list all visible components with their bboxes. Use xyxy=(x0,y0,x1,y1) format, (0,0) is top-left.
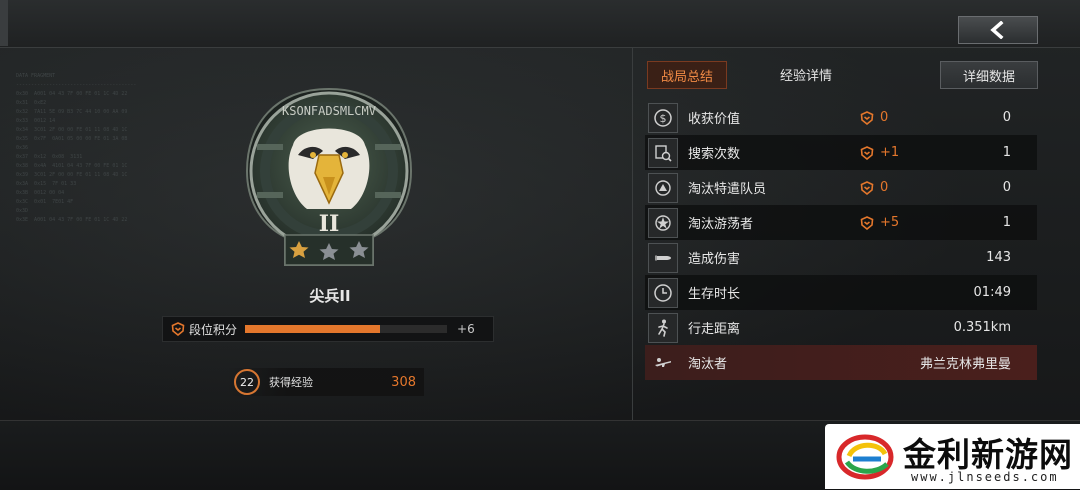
stat-row: 淘汰特遣队员 0 0 xyxy=(645,170,1037,205)
badge-numeral: II xyxy=(319,211,340,237)
stat-value: 0 xyxy=(1002,110,1011,125)
stat-label: 生存时长 xyxy=(688,287,741,302)
panel-divider xyxy=(632,47,633,475)
experience-label: 获得经验 xyxy=(269,376,313,389)
stat-bonus: 0 xyxy=(860,180,888,195)
experience-value: 308 xyxy=(391,374,416,390)
rank-badge: KSONFADSMLCMV II xyxy=(245,87,413,266)
rank-score-progress-fill xyxy=(245,325,381,333)
stat-value: 1 xyxy=(1002,145,1011,160)
stat-icon-frame xyxy=(648,172,678,203)
stat-row: 生存时长 01:49 xyxy=(645,275,1037,310)
rank-shield-icon xyxy=(860,110,874,125)
back-button[interactable] xyxy=(958,16,1038,44)
stat-row: 搜索次数 +1 1 xyxy=(645,135,1037,170)
decorative-data-text: DATA FRAGMENT --------------------------… xyxy=(16,73,137,223)
rank-name: 尖兵II xyxy=(309,287,351,305)
bullet-icon xyxy=(655,255,671,260)
stat-bonus-value: 0 xyxy=(880,180,889,195)
svg-text:$: $ xyxy=(660,112,667,125)
stat-value: 01:49 xyxy=(973,285,1011,300)
rank-shield-icon xyxy=(860,180,874,195)
chevron-left-icon xyxy=(990,21,1004,39)
stat-value: 143 xyxy=(986,250,1011,265)
rank-score-progress-bar xyxy=(245,325,448,333)
stat-icon-frame xyxy=(648,277,678,308)
clock-icon xyxy=(654,283,672,302)
watermark-logo xyxy=(836,434,894,480)
tab-exp-details[interactable]: 经验详情 xyxy=(767,61,845,87)
detailed-data-button[interactable]: 详细数据 xyxy=(940,61,1038,89)
watermark-title: 金利新游网 xyxy=(903,435,1073,474)
walk-icon xyxy=(658,319,668,337)
stat-row-killer: 淘汰者 弗兰克林弗里曼 xyxy=(645,345,1037,380)
stat-row: 造成伤害 143 xyxy=(645,240,1037,275)
stat-icon-frame xyxy=(648,312,678,343)
player-level-badge: 22 xyxy=(234,369,260,395)
rank-shield-icon xyxy=(860,145,874,160)
stat-label: 淘汰特遣队员 xyxy=(688,182,767,197)
stat-label: 行走距离 xyxy=(688,322,741,337)
stat-value: 0.351km xyxy=(953,320,1011,335)
stat-bonus: +5 xyxy=(860,215,899,230)
stat-label: 淘汰游荡者 xyxy=(688,217,754,232)
stat-value: 0 xyxy=(1002,180,1011,195)
stats-list: $ 收获价值 0 0 搜索次数 +1 1 淘汰特遣队员 0 0 淘汰游荡者 +5… xyxy=(645,100,1037,380)
stat-value: 1 xyxy=(1002,215,1011,230)
special-ops-icon xyxy=(655,179,671,196)
watermark-url: www.jlnseeds.com xyxy=(911,470,1059,484)
badge-text: KSONFADSMLCMV xyxy=(282,104,376,118)
rank-score-row: 段位积分 +6 xyxy=(162,316,494,342)
rank-score-delta: +6 xyxy=(457,322,475,336)
stat-bonus: 0 xyxy=(860,110,888,125)
rifle-icon xyxy=(655,357,671,367)
stat-label: 搜索次数 xyxy=(688,147,741,162)
stat-label: 收获价值 xyxy=(688,112,741,127)
stat-label: 造成伤害 xyxy=(688,252,741,267)
top-bar xyxy=(0,0,1080,48)
stat-bonus-value: 0 xyxy=(880,110,889,125)
rank-shield-icon xyxy=(860,215,874,230)
stat-icon-frame xyxy=(648,348,678,378)
stat-icon-frame xyxy=(648,137,678,168)
stat-bonus: +1 xyxy=(860,145,899,160)
stat-icon-frame xyxy=(648,242,678,273)
watermark: 金利新游网 www.jlnseeds.com xyxy=(825,424,1080,489)
stat-icon-frame xyxy=(648,207,678,238)
stat-bonus-value: +5 xyxy=(880,215,900,230)
stat-row: $ 收获价值 0 0 xyxy=(645,100,1037,135)
tab-summary[interactable]: 战局总结 xyxy=(647,61,727,89)
stat-row: 行走距离 0.351km xyxy=(645,310,1037,345)
stat-bonus-value: +1 xyxy=(880,145,900,160)
money-icon: $ xyxy=(654,108,672,127)
stat-label: 淘汰者 xyxy=(688,357,728,372)
experience-row: 22 获得经验 308 xyxy=(228,368,424,396)
tab-bar: 战局总结 经验详情 详细数据 xyxy=(647,61,1038,89)
top-accent xyxy=(0,0,8,46)
stat-value: 弗兰克林弗里曼 xyxy=(919,357,1011,372)
stat-icon-frame: $ xyxy=(648,102,678,133)
raider-icon xyxy=(655,214,671,231)
stat-row: 淘汰游荡者 +5 1 xyxy=(645,205,1037,240)
rank-score-label: 段位积分 xyxy=(189,322,238,337)
rank-shield-icon xyxy=(171,322,185,336)
search-icon xyxy=(655,144,672,162)
